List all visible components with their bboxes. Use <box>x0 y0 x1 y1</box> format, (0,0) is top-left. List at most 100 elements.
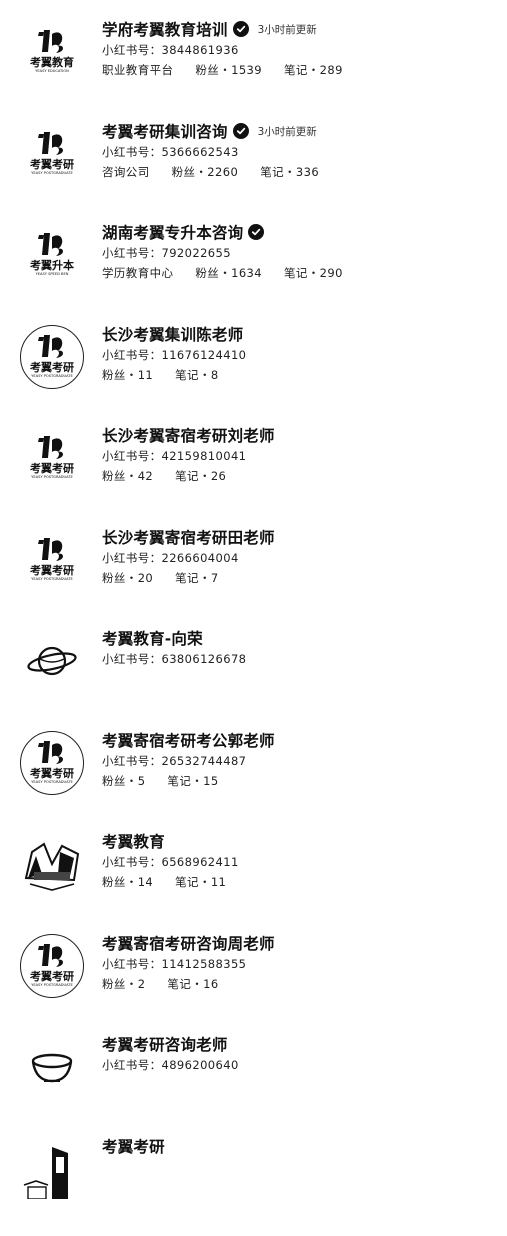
account-name[interactable]: 考翼寄宿考研考公郭老师 <box>102 729 275 751</box>
user-result-row[interactable]: 考翼考研 <box>0 1135 507 1236</box>
result-info: 湖南考翼专升本咨询 小红书号：792022655 学历教育中心 粉丝・1634 笔记・2… <box>102 221 497 283</box>
avatar-subcaption: YEASY POSTGRADUATE <box>31 475 73 479</box>
account-id: 小红书号：6568962411 <box>102 852 497 872</box>
user-result-row[interactable]: 考翼考研咨询老师 小红书号：4896200640 <box>0 1033 507 1134</box>
account-name[interactable]: 考翼寄宿考研咨询周老师 <box>102 932 275 954</box>
account-id-value: 26532744487 <box>161 754 247 768</box>
avatar-subcaption: YEASY SPEED BEN <box>36 272 69 276</box>
user-result-row[interactable]: 考翼教育-向荣 小红书号：63806126678 <box>0 627 507 728</box>
user-result-row[interactable]: 考翼考研 YEASY POSTGRADUATE 长沙考翼集训陈老师 小红书号：1167… <box>0 323 507 424</box>
stat-item: 笔记・8 <box>175 368 219 382</box>
account-id: 小红书号：63806126678 <box>102 649 497 669</box>
avatar[interactable]: 考翼教育 YEASY EDUCATION <box>20 20 84 84</box>
name-line: 考翼寄宿考研咨询周老师 <box>102 932 497 954</box>
brand-logo-icon: 考翼升本 YEASY SPEED BEN <box>22 225 82 285</box>
result-info: 长沙考翼寄宿考研田老师 小红书号：2266604004 粉丝・20 笔记・7 <box>102 526 497 588</box>
brand-logo-icon: 考翼考研 YEASY POSTGRADUATE <box>22 124 82 184</box>
account-id: 小红书号：11412588355 <box>102 954 497 974</box>
avatar-caption: 考翼考研 <box>30 157 74 171</box>
stat-item: 学历教育中心 <box>102 266 174 280</box>
avatar[interactable] <box>20 1137 84 1201</box>
name-line: 考翼教育 <box>102 830 497 852</box>
stat-item: 粉丝・5 <box>102 774 146 788</box>
planet-icon <box>22 631 82 691</box>
account-name[interactable]: 考翼教育-向荣 <box>102 627 203 649</box>
result-info: 考翼考研集训咨询 3小时前更新 小红书号：5366662543 咨询公司 粉丝・2260… <box>102 120 497 182</box>
account-name[interactable]: 考翼教育 <box>102 830 165 852</box>
avatar-caption: 考翼考研 <box>30 563 74 577</box>
avatar-subcaption: YEASY POSTGRADUATE <box>31 983 73 987</box>
user-result-row[interactable]: 考翼考研 YEASY POSTGRADUATE 长沙考翼寄宿考研田老师 小红书号：22… <box>0 526 507 627</box>
account-id: 小红书号：792022655 <box>102 243 497 263</box>
name-line: 考翼考研咨询老师 <box>102 1033 497 1055</box>
user-result-row[interactable]: 考翼考研 YEASY POSTGRADUATE 考翼寄宿考研咨询周老师 小红书号：11… <box>0 932 507 1033</box>
verified-check-icon <box>232 123 249 139</box>
account-name[interactable]: 长沙考翼寄宿考研田老师 <box>102 526 275 548</box>
user-result-row[interactable]: 考翼考研 YEASY POSTGRADUATE 长沙考翼寄宿考研刘老师 小红书号：42… <box>0 424 507 525</box>
account-id-value: 3844861936 <box>161 43 239 57</box>
account-name[interactable]: 考翼考研集训咨询 <box>102 120 228 142</box>
account-stats: 学历教育中心 粉丝・1634 笔记・290 <box>102 263 497 283</box>
account-id: 小红书号：11676124410 <box>102 345 497 365</box>
account-id: 小红书号：5366662543 <box>102 142 497 162</box>
stat-item: 笔记・26 <box>175 469 227 483</box>
stat-item: 笔记・290 <box>283 266 343 280</box>
avatar[interactable] <box>20 832 84 896</box>
avatar-subcaption: YEASY POSTGRADUATE <box>31 171 73 175</box>
account-name[interactable]: 长沙考翼寄宿考研刘老师 <box>102 424 275 446</box>
stat-item: 笔记・11 <box>175 875 227 889</box>
avatar[interactable]: 考翼考研 YEASY POSTGRADUATE <box>20 934 84 998</box>
account-id-label: 小红书号： <box>102 145 162 159</box>
account-name[interactable]: 考翼考研咨询老师 <box>102 1033 228 1055</box>
avatar[interactable]: 考翼考研 YEASY POSTGRADUATE <box>20 325 84 389</box>
account-id: 小红书号：2266604004 <box>102 548 497 568</box>
account-id-label: 小红书号： <box>102 246 162 260</box>
avatar[interactable]: 考翼考研 YEASY POSTGRADUATE <box>20 528 84 592</box>
account-id: 小红书号：4896200640 <box>102 1055 497 1075</box>
user-result-row[interactable]: 考翼考研 YEASY POSTGRADUATE 考翼寄宿考研考公郭老师 小红书号：26… <box>0 729 507 830</box>
result-info: 考翼考研 <box>102 1135 497 1157</box>
account-name[interactable]: 学府考翼教育培训 <box>102 18 228 40</box>
account-id-label: 小红书号： <box>102 855 162 869</box>
stat-item: 笔记・336 <box>260 165 320 179</box>
brand-logo-icon: 考翼考研 YEASY POSTGRADUATE <box>22 428 82 488</box>
account-id: 小红书号：3844861936 <box>102 40 497 60</box>
stat-item: 粉丝・14 <box>102 875 154 889</box>
user-result-row[interactable]: 考翼教育 小红书号：6568962411 粉丝・14 笔记・11 <box>0 830 507 931</box>
account-id-value: 42159810041 <box>161 449 247 463</box>
user-result-row[interactable]: 考翼教育 YEASY EDUCATION 学府考翼教育培训 3小时前更新 小红书号：38… <box>0 18 507 119</box>
brand-logo-ring-icon: 考翼考研 YEASY POSTGRADUATE <box>22 327 82 387</box>
result-info: 考翼教育-向荣 小红书号：63806126678 <box>102 627 497 669</box>
user-result-row[interactable]: 考翼考研 YEASY POSTGRADUATE 考翼考研集训咨询 3小时前更新 小红书号… <box>0 120 507 221</box>
bowl-icon <box>22 1037 82 1097</box>
account-name[interactable]: 考翼考研 <box>102 1135 165 1157</box>
avatar-caption: 考翼考研 <box>30 969 74 983</box>
avatar[interactable]: 考翼升本 YEASY SPEED BEN <box>20 223 84 287</box>
user-result-row[interactable]: 考翼升本 YEASY SPEED BEN 湖南考翼专升本咨询 小红书号：7920226… <box>0 221 507 322</box>
avatar[interactable] <box>20 629 84 693</box>
avatar[interactable]: 考翼考研 YEASY POSTGRADUATE <box>20 122 84 186</box>
avatar[interactable]: 考翼考研 YEASY POSTGRADUATE <box>20 731 84 795</box>
stat-item: 粉丝・1634 <box>195 266 262 280</box>
account-id-value: 5366662543 <box>161 145 239 159</box>
stat-item: 粉丝・20 <box>102 571 154 585</box>
avatar[interactable] <box>20 1035 84 1099</box>
stat-item: 笔记・7 <box>175 571 219 585</box>
account-name[interactable]: 长沙考翼集训陈老师 <box>102 323 243 345</box>
account-stats: 职业教育平台 粉丝・1539 笔记・289 <box>102 60 497 80</box>
account-id: 小红书号：26532744487 <box>102 751 497 771</box>
brand-logo-icon: 考翼教育 YEASY EDUCATION <box>22 22 82 82</box>
result-info: 长沙考翼集训陈老师 小红书号：11676124410 粉丝・11 笔记・8 <box>102 323 497 385</box>
stat-item: 粉丝・1539 <box>195 63 262 77</box>
result-info: 考翼教育 小红书号：6568962411 粉丝・14 笔记・11 <box>102 830 497 892</box>
stat-item: 咨询公司 <box>102 165 150 179</box>
result-info: 长沙考翼寄宿考研刘老师 小红书号：42159810041 粉丝・42 笔记・26 <box>102 424 497 486</box>
account-name[interactable]: 湖南考翼专升本咨询 <box>102 221 243 243</box>
stat-item: 职业教育平台 <box>102 63 174 77</box>
name-line: 考翼考研 <box>102 1135 497 1157</box>
avatar-subcaption: YEASY EDUCATION <box>35 69 69 73</box>
brand-logo-ring-icon: 考翼考研 YEASY POSTGRADUATE <box>22 936 82 996</box>
account-id-label: 小红书号： <box>102 1058 162 1072</box>
avatar[interactable]: 考翼考研 YEASY POSTGRADUATE <box>20 426 84 490</box>
account-id-value: 4896200640 <box>161 1058 239 1072</box>
